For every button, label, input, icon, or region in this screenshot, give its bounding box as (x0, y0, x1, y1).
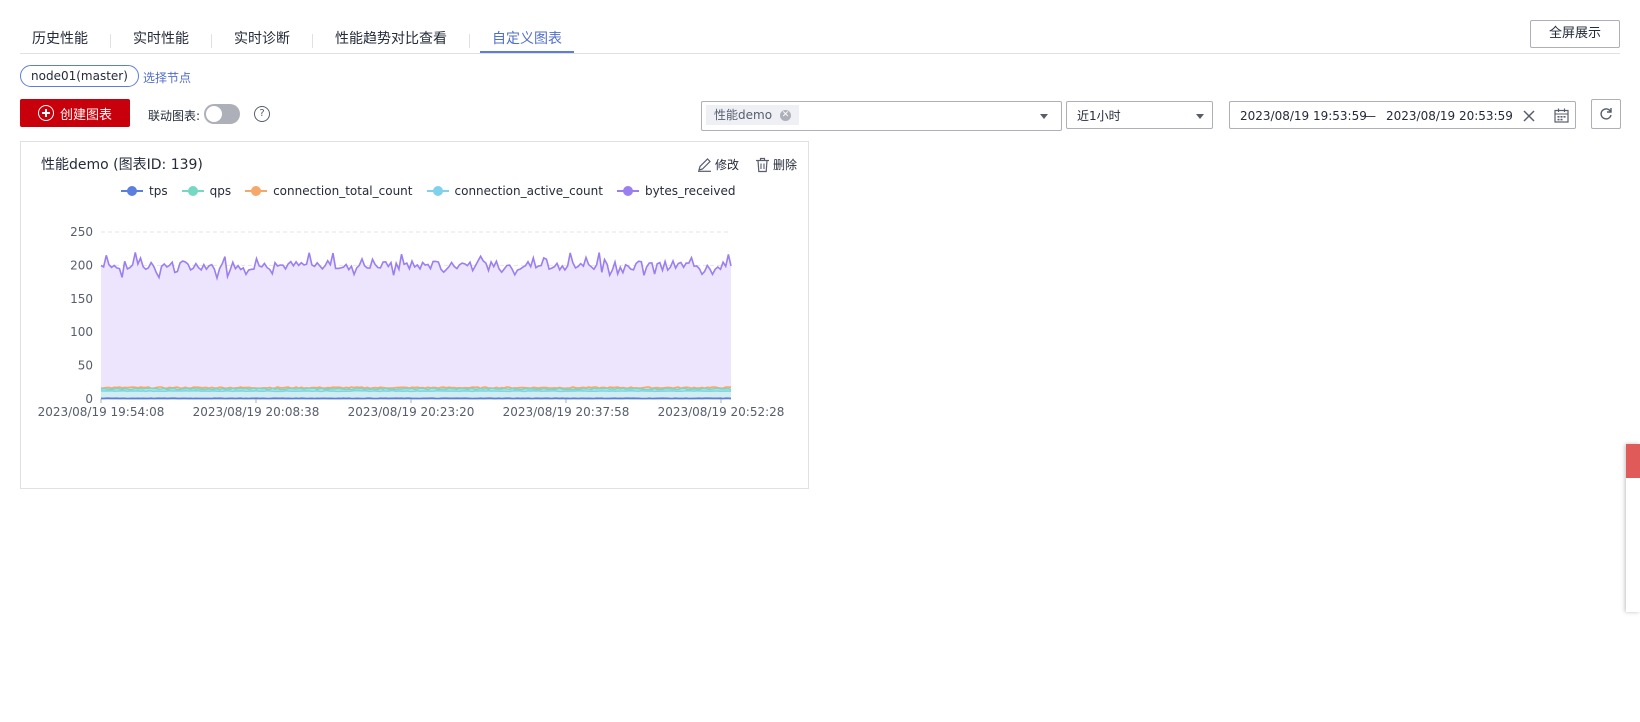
side-toolbar-top-button[interactable] (1626, 444, 1640, 478)
tab-underline-divider (20, 53, 1620, 54)
legend-item-connection-total-count[interactable]: connection_total_count (245, 184, 413, 198)
y-tick-label: 250 (70, 225, 93, 239)
plus-circle-icon (37, 105, 54, 121)
tab-divider (469, 34, 470, 48)
tab-divider (110, 34, 111, 48)
node-tag[interactable]: node01(master) (20, 65, 139, 87)
y-tick-label: 150 (70, 292, 93, 306)
floating-side-toolbar[interactable] (1626, 444, 1640, 612)
linked-chart-toggle[interactable] (204, 104, 240, 124)
edit-button[interactable]: 修改 (697, 156, 739, 173)
delete-label: 删除 (773, 158, 798, 172)
x-tick-label: 2023/08/19 20:52:28 (658, 405, 785, 419)
y-tick-label: 200 (70, 258, 93, 272)
select-node-link[interactable]: 选择节点 (143, 69, 191, 86)
refresh-icon (1600, 108, 1612, 120)
legend-label: connection_active_count (454, 184, 603, 198)
refresh-button[interactable] (1591, 99, 1621, 129)
legend-label: bytes_received (644, 184, 736, 198)
y-tick-label: 50 (78, 359, 93, 373)
x-tick-label: 2023/08/19 20:23:20 (348, 405, 475, 419)
clear-icon[interactable] (1523, 110, 1535, 122)
legend-item-bytes-received[interactable]: bytes_received (616, 184, 736, 198)
x-tick-label: 2023/08/19 19:54:08 (38, 405, 165, 419)
legend-item-tps[interactable]: tps (121, 184, 168, 198)
time-range-select[interactable]: 近1小时 (1066, 101, 1213, 129)
date-range-picker[interactable]: 2023/08/19 19:53:59 — 2023/08/19 20:53:5… (1229, 101, 1576, 129)
tab-custom-chart[interactable]: 自定义图表 (480, 22, 574, 54)
legend-label: qps (209, 184, 232, 198)
legend-label: tps (149, 184, 168, 198)
time-range-value: 近1小时 (1077, 109, 1121, 123)
date-range-end[interactable]: 2023/08/19 20:53:59 (1386, 102, 1513, 130)
chart-card: 性能demo (图表ID: 139) 修改 删除 tps qps connect… (20, 141, 809, 489)
tab-divider (312, 34, 313, 48)
toggle-knob (206, 106, 222, 122)
chevron-down-icon (1196, 114, 1204, 119)
x-tick-label: 2023/08/19 20:08:38 (193, 405, 320, 419)
linked-chart-label: 联动图表: (148, 109, 201, 123)
create-chart-label: 创建图表 (59, 107, 112, 123)
x-tick-label: 2023/08/19 20:37:58 (503, 405, 630, 419)
y-tick-label: 100 (70, 325, 93, 339)
tab-realtime-diagnosis[interactable]: 实时诊断 (222, 22, 302, 52)
series-area-bytes-received (101, 252, 731, 399)
date-range-start[interactable]: 2023/08/19 19:53:59 (1240, 102, 1367, 130)
legend-item-qps[interactable]: qps (181, 184, 232, 198)
legend-marker (245, 186, 268, 196)
fullscreen-button[interactable]: 全屏展示 (1530, 20, 1620, 48)
trash-icon (756, 157, 769, 172)
legend-item-connection-active-count[interactable]: connection_active_count (426, 184, 603, 198)
y-tick-label: 0 (85, 392, 93, 406)
help-icon[interactable]: ? (254, 106, 270, 122)
edit-label: 修改 (715, 158, 740, 172)
chip-close-icon[interactable]: ✕ (780, 109, 792, 121)
calendar-icon[interactable] (1554, 108, 1569, 123)
chart-plot: 250 200 150 100 50 02023/08/19 19:54:08 2023/0… (38, 225, 785, 419)
date-range-separator: — (1364, 109, 1376, 123)
series-line-qps (100, 387, 732, 391)
legend-marker (121, 186, 143, 196)
tab-bar: 历史性能 实时性能 实时诊断 性能趋势对比查看 自定义图表 (20, 22, 574, 54)
delete-button[interactable]: 删除 (755, 156, 797, 173)
chart-card-title: 性能demo (图表ID: 139) (41, 157, 203, 173)
legend-marker (181, 186, 204, 196)
create-chart-button[interactable]: 创建图表 (20, 99, 130, 127)
edit-icon (698, 158, 711, 172)
tab-trend-comparison[interactable]: 性能趋势对比查看 (323, 22, 459, 52)
chart-filter-chip: 性能demo ✕ (706, 105, 800, 125)
legend-marker (426, 186, 449, 196)
tab-realtime-performance[interactable]: 实时性能 (121, 22, 201, 52)
legend-label: connection_total_count (273, 184, 413, 198)
tab-history-performance[interactable]: 历史性能 (20, 22, 100, 52)
chart-filter-select[interactable]: 性能demo ✕ (701, 101, 1062, 131)
tab-divider (211, 34, 212, 48)
legend-marker (616, 186, 639, 196)
chart-legend: tps qps connection_total_count connectio… (121, 184, 735, 198)
series-line-connection-active-count (100, 389, 731, 393)
chip-label: 性能demo (714, 108, 773, 122)
chevron-down-icon (1040, 114, 1048, 119)
